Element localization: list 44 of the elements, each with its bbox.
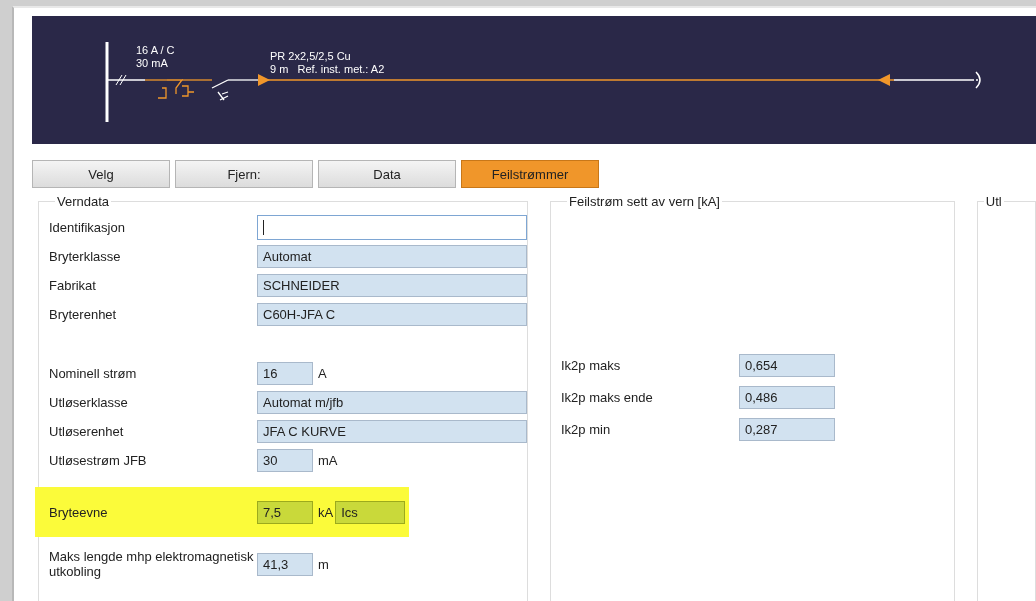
tab[interactable]: Feilstrømmer [461, 160, 599, 188]
group-title: Feilstrøm sett av vern [kA] [568, 194, 721, 209]
input-field[interactable] [257, 215, 527, 240]
field-label: Ik2p maks [561, 357, 622, 373]
group-title: Utl [984, 194, 1003, 209]
field-label: Bryterklasse [49, 249, 122, 264]
input-field[interactable]: 16 [257, 362, 313, 385]
unit-label: mA [318, 453, 338, 468]
breaker-rating-label: 16 A / C [136, 44, 175, 56]
switch-drawing [211, 79, 259, 101]
input-field[interactable]: Automat m/jfb [257, 391, 527, 414]
input-field[interactable]: C60H-JFA C [257, 303, 527, 326]
unit-label: m [318, 556, 329, 572]
cable-info-label: 9 m Ref. inst. met.: A2 [270, 63, 385, 75]
unit-label: A [318, 366, 327, 381]
rcd-breaker-drawing [144, 79, 213, 99]
field-label: Utløserklasse [49, 395, 129, 410]
field-label: Identifikasjon [49, 220, 126, 235]
field-label: Utløsestrøm JFB [49, 453, 148, 468]
tab[interactable]: Velg [32, 160, 170, 188]
input-field[interactable]: 41,3 [257, 552, 313, 576]
input-field[interactable]: 0,287 [739, 417, 835, 441]
field-label: Ik2p maks ende [561, 389, 654, 405]
rcd-rating-label: 30 mA [136, 57, 168, 69]
input-field[interactable]: 7,5 [257, 500, 313, 524]
input-field[interactable]: SCHNEIDER [257, 274, 527, 297]
field-label: Maks lengde mhp elektromagnetisk utkobling [49, 549, 255, 579]
field-label: Bryterenhet [49, 307, 118, 322]
field-label: Utløserenhet [49, 424, 125, 439]
input-field[interactable]: 0,654 [739, 353, 835, 377]
input-field[interactable]: 0,486 [739, 385, 835, 409]
field-label: Ik2p min [561, 421, 612, 437]
input-field[interactable]: 30 [257, 449, 313, 472]
tab[interactable]: Data [318, 160, 456, 188]
input-field[interactable]: Automat [257, 245, 527, 268]
field-label: Nominell strøm [49, 366, 138, 381]
input-field[interactable]: Ics [335, 500, 406, 524]
field-label: Bryteevne [49, 504, 109, 520]
unit-label: kA [318, 504, 334, 520]
field-label: Fabrikat [49, 278, 97, 293]
tab[interactable]: Fjern: [175, 160, 313, 188]
input-field[interactable]: JFA C KURVE [257, 420, 527, 443]
group-title: Verndata [56, 194, 111, 209]
cable-type-label: PR 2x2,5/2,5 Cu [270, 50, 351, 62]
